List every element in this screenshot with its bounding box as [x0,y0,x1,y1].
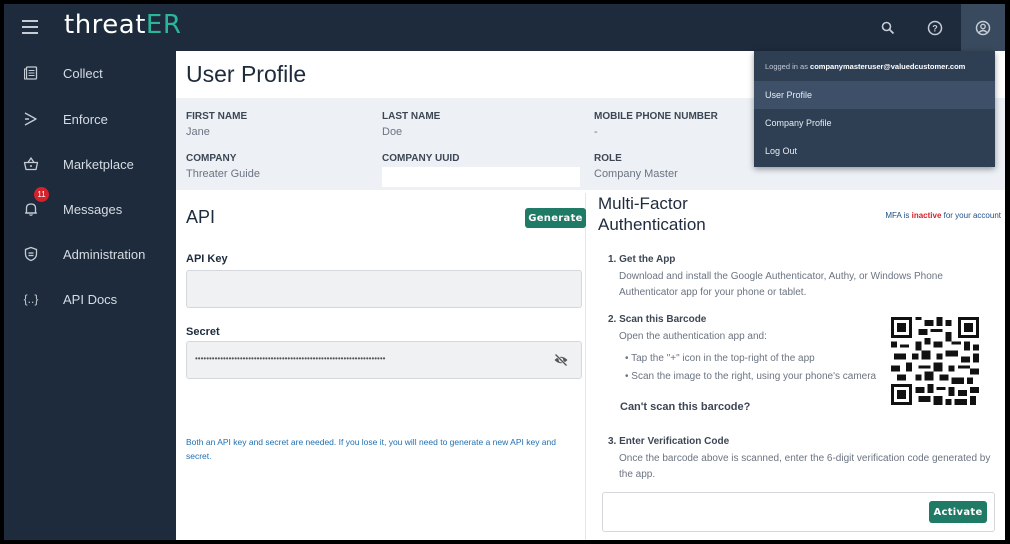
step3-title: 3. Enter Verification Code [608,436,730,447]
menu-item-user-profile[interactable]: User Profile [754,81,995,109]
sidebar-item-label: API Docs [63,291,118,307]
shield-icon [22,245,40,263]
company-uuid-label: COMPANY UUID [382,153,460,164]
user-account-menu: Logged in as companymasteruser@valuedcus… [754,51,995,167]
company-value: Threater Guide [186,168,260,180]
secret-label: Secret [186,326,220,338]
search-icon[interactable] [868,4,908,51]
step2-bullet-2: • Scan the image to the right, using you… [625,371,877,382]
mfa-status-value: inactive [911,211,942,220]
user-account-icon[interactable] [961,4,1005,51]
api-key-label: API Key [186,253,228,265]
qr-code-image [891,317,979,405]
company-uuid-value [382,167,580,187]
menu-icon[interactable] [22,20,38,34]
menu-item-log-out[interactable]: Log Out [754,137,995,165]
sidebar-item-collect[interactable]: Collect [4,53,176,93]
secret-field[interactable]: ••••••••••••••••••••••••••••••••••••••••… [186,341,582,379]
first-name-label: FIRST NAME [186,111,248,122]
eye-slash-icon[interactable] [553,352,569,368]
svg-text:?: ? [932,23,938,33]
last-name-field: LAST NAME Doe [382,111,440,138]
route-icon [22,110,40,128]
mobile-phone-value: - [594,126,598,138]
basket-icon [22,155,40,173]
last-name-value: Doe [382,126,403,138]
cant-scan-barcode-link[interactable]: Can't scan this barcode? [620,401,750,413]
company-label: COMPANY [186,153,237,164]
mobile-phone-label: MOBILE PHONE NUMBER [594,111,718,122]
company-uuid-field: COMPANY UUID [382,153,459,164]
app-window: threatER ? Collect Enforce Marketplace 1… [4,4,1005,540]
sidebar-item-api-docs[interactable]: {..} API Docs [4,279,176,319]
generate-button[interactable]: Generate [525,208,586,228]
sidebar-item-label: Administration [63,246,146,262]
secret-masked-value: ••••••••••••••••••••••••••••••••••••••••… [195,354,386,363]
sidebar-item-administration[interactable]: Administration [4,234,176,274]
step1-title: 1. Get the App [608,254,676,265]
api-key-note: Both an API key and secret are needed. I… [186,437,556,461]
role-value: Company Master [594,168,678,180]
page-title: User Profile [186,61,307,87]
app-logo[interactable]: threatER [64,10,181,40]
sidebar-item-marketplace[interactable]: Marketplace [4,144,176,184]
role-field: ROLE Company Master [594,153,678,180]
api-key-field[interactable] [186,270,582,308]
api-section-title: API [186,207,216,227]
company-field: COMPANY Threater Guide [186,153,260,180]
logged-in-as-label: Logged in as companymasteruser@valuedcus… [765,61,966,71]
sidebar-item-label: Enforce [63,111,108,127]
sidebar-item-label: Collect [63,65,103,81]
step2-intro: Open the authentication app and: [619,331,767,342]
mfa-section-title: Multi-Factor Authentication [598,194,706,234]
menu-item-company-profile[interactable]: Company Profile [754,109,995,137]
mfa-card: Multi-Factor Authentication MFA is inact… [598,193,1005,540]
step2-bullet-1: • Tap the "+" icon in the top-right of t… [625,353,815,364]
logged-in-email: companymasteruser@valuedcustomer.com [810,61,966,71]
messages-count-badge: 11 [34,187,49,202]
sidebar-item-messages[interactable]: 11 Messages [4,187,176,229]
mobile-phone-field: MOBILE PHONE NUMBER - [594,111,718,138]
api-card: API Generate API Key Secret ••••••••••••… [176,193,586,540]
step1-text: Download and install the Google Authenti… [619,271,943,298]
bell-icon [22,200,40,218]
sidebar-item-label: Messages [63,201,123,217]
document-stack-icon [22,64,40,82]
step3-text: Once the barcode above is scanned, enter… [619,453,991,480]
last-name-label: LAST NAME [382,111,441,122]
code-braces-icon: {..} [23,292,39,306]
activate-button[interactable]: Activate [929,501,987,523]
sidebar: Collect Enforce Marketplace 11 Messages [4,51,176,540]
sidebar-item-label: Marketplace [63,156,134,172]
first-name-field: FIRST NAME Jane [186,111,247,138]
top-bar: threatER ? [4,4,1005,51]
step2-title: 2. Scan this Barcode [608,314,707,325]
mfa-status: MFA is inactive for your account [885,211,1001,220]
help-icon[interactable]: ? [915,4,955,51]
role-label: ROLE [594,153,622,164]
sidebar-item-enforce[interactable]: Enforce [4,99,176,139]
first-name-value: Jane [186,126,210,138]
